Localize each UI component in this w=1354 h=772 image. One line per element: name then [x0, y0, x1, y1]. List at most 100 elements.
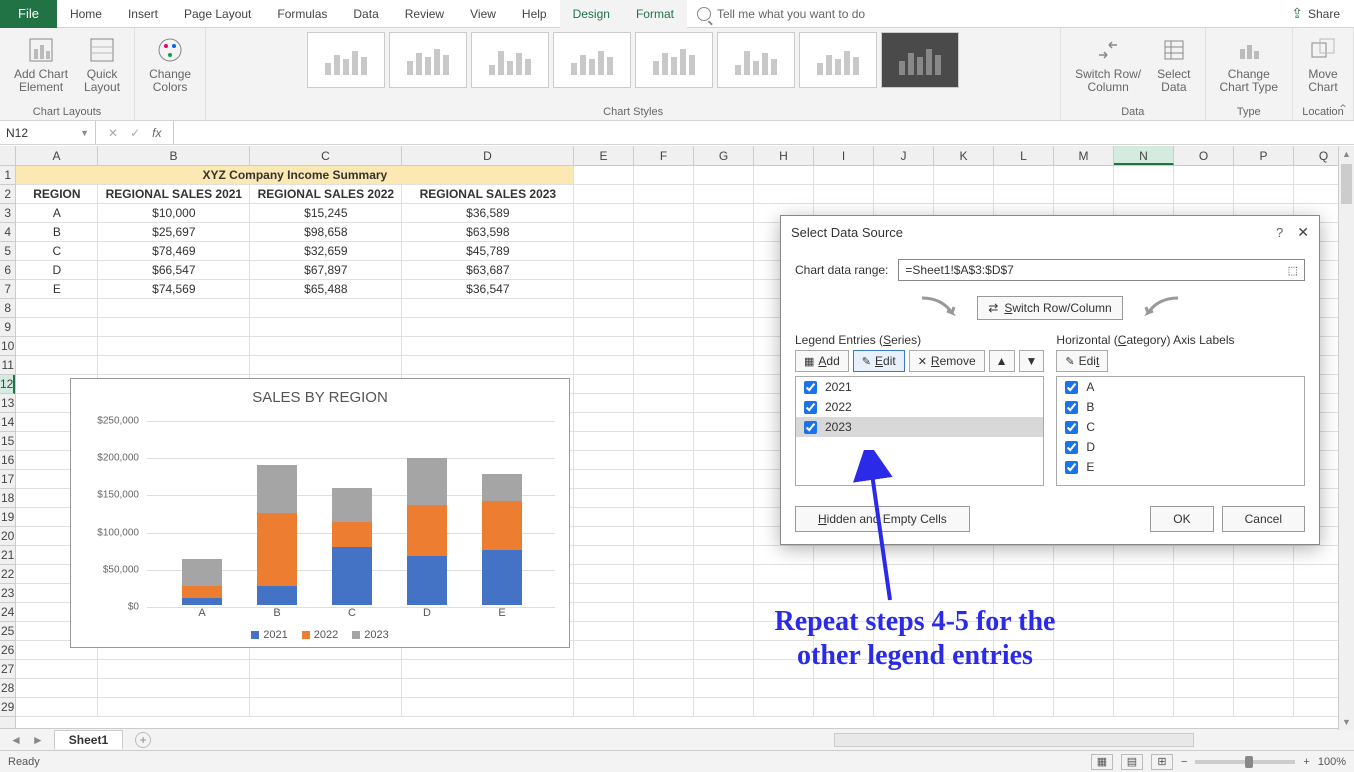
tab-home[interactable]: Home — [57, 0, 115, 28]
row-header[interactable]: 9 — [0, 318, 15, 337]
row-header[interactable]: 15 — [0, 432, 15, 451]
legend-edit-button[interactable]: ✎Edit — [853, 350, 905, 372]
column-header[interactable]: D — [402, 146, 574, 165]
axis-item-checkbox[interactable] — [1065, 381, 1078, 394]
column-header[interactable]: I — [814, 146, 874, 165]
cancel-button[interactable]: Cancel — [1222, 506, 1305, 532]
axis-list-item[interactable]: B — [1057, 397, 1304, 417]
tell-me-search[interactable]: Tell me what you want to do — [697, 7, 865, 21]
chart-data-range-input[interactable]: =Sheet1!$A$3:$D$7 ⬚ — [898, 259, 1305, 281]
column-header[interactable]: O — [1174, 146, 1234, 165]
sheet-nav[interactable]: ◄► — [0, 733, 54, 747]
column-header[interactable]: P — [1234, 146, 1294, 165]
ribbon-collapse-button[interactable]: ⌃ — [1338, 102, 1348, 116]
row-header[interactable]: 27 — [0, 660, 15, 679]
page-layout-view-button[interactable]: ▤ — [1121, 754, 1143, 770]
column-header[interactable]: L — [994, 146, 1054, 165]
axis-list-item[interactable]: D — [1057, 437, 1304, 457]
vertical-scrollbar[interactable]: ▲ ▼ — [1338, 146, 1354, 730]
axis-labels-list[interactable]: ABCDE — [1056, 376, 1305, 486]
row-header[interactable]: 4 — [0, 223, 15, 242]
zoom-out-button[interactable]: − — [1181, 756, 1187, 768]
row-header[interactable]: 24 — [0, 603, 15, 622]
axis-item-checkbox[interactable] — [1065, 421, 1078, 434]
row-header[interactable]: 13 — [0, 394, 15, 413]
axis-item-checkbox[interactable] — [1065, 401, 1078, 414]
tab-help[interactable]: Help — [509, 0, 560, 28]
switch-row-column-dialog-button[interactable]: ⇄ Switch Row/Column — [977, 296, 1122, 320]
chart-style-option[interactable] — [881, 32, 959, 88]
column-header[interactable]: H — [754, 146, 814, 165]
axis-list-item[interactable]: C — [1057, 417, 1304, 437]
row-header[interactable]: 20 — [0, 527, 15, 546]
sheet-tab[interactable]: Sheet1 — [54, 730, 123, 749]
row-header[interactable]: 12 — [0, 375, 15, 394]
axis-edit-button[interactable]: ✎Edit — [1056, 350, 1108, 372]
row-header[interactable]: 5 — [0, 242, 15, 261]
scroll-up-icon[interactable]: ▲ — [1339, 146, 1354, 162]
column-header[interactable]: G — [694, 146, 754, 165]
axis-item-checkbox[interactable] — [1065, 461, 1078, 474]
column-header[interactable]: M — [1054, 146, 1114, 165]
legend-item-checkbox[interactable] — [804, 401, 817, 414]
row-header[interactable]: 17 — [0, 470, 15, 489]
select-all-corner[interactable] — [0, 146, 16, 165]
row-header[interactable]: 6 — [0, 261, 15, 280]
legend-move-up-button[interactable]: ▲ — [989, 350, 1015, 372]
chart-style-option[interactable] — [799, 32, 877, 88]
add-chart-element-button[interactable]: Add ChartElement — [8, 32, 74, 96]
column-header[interactable]: N — [1114, 146, 1174, 165]
column-header[interactable]: F — [634, 146, 694, 165]
column-header[interactable]: K — [934, 146, 994, 165]
legend-entries-list[interactable]: 202120222023 — [795, 376, 1044, 486]
switch-row-column-button[interactable]: Switch Row/Column — [1069, 32, 1147, 96]
tab-review[interactable]: Review — [392, 0, 457, 28]
row-header[interactable]: 14 — [0, 413, 15, 432]
chart-style-option[interactable] — [389, 32, 467, 88]
row-header[interactable]: 29 — [0, 698, 15, 717]
tab-view[interactable]: View — [457, 0, 509, 28]
row-header[interactable]: 11 — [0, 356, 15, 375]
column-header[interactable]: A — [16, 146, 98, 165]
column-header[interactable]: J — [874, 146, 934, 165]
ok-button[interactable]: OK — [1150, 506, 1213, 532]
dialog-close-button[interactable]: ✕ — [1297, 224, 1309, 241]
row-header[interactable]: 2 — [0, 185, 15, 204]
row-header[interactable]: 22 — [0, 565, 15, 584]
axis-list-item[interactable]: A — [1057, 377, 1304, 397]
accept-formula-icon[interactable]: ✓ — [126, 126, 144, 140]
chart-styles-gallery[interactable] — [307, 32, 959, 88]
axis-item-checkbox[interactable] — [1065, 441, 1078, 454]
change-colors-button[interactable]: ChangeColors — [143, 32, 197, 96]
horizontal-scrollbar[interactable] — [834, 733, 1194, 747]
legend-item-checkbox[interactable] — [804, 421, 817, 434]
legend-list-item[interactable]: 2021 — [796, 377, 1043, 397]
hidden-empty-cells-button[interactable]: Hidden and Empty Cells — [795, 506, 970, 532]
chart-style-option[interactable] — [553, 32, 631, 88]
tab-file[interactable]: File — [0, 0, 57, 28]
tab-formulas[interactable]: Formulas — [264, 0, 340, 28]
legend-add-button[interactable]: ▦Add — [795, 350, 849, 372]
range-collapse-icon[interactable]: ⬚ — [1288, 264, 1298, 277]
row-header[interactable]: 7 — [0, 280, 15, 299]
row-header[interactable]: 23 — [0, 584, 15, 603]
row-header[interactable]: 25 — [0, 622, 15, 641]
row-header[interactable]: 26 — [0, 641, 15, 660]
chart-style-option[interactable] — [307, 32, 385, 88]
name-box[interactable]: N12▼ — [0, 121, 96, 144]
tab-format[interactable]: Format — [623, 0, 687, 28]
add-sheet-button[interactable]: + — [135, 732, 151, 748]
sheet-nav-next-icon[interactable]: ► — [28, 733, 48, 747]
row-header[interactable]: 16 — [0, 451, 15, 470]
cancel-formula-icon[interactable]: ✕ — [104, 126, 122, 140]
scroll-thumb[interactable] — [1341, 164, 1352, 204]
row-header[interactable]: 1 — [0, 166, 15, 185]
fx-icon[interactable]: fx — [148, 126, 165, 140]
row-header[interactable]: 18 — [0, 489, 15, 508]
chart-style-option[interactable] — [717, 32, 795, 88]
axis-list-item[interactable]: E — [1057, 457, 1304, 477]
tab-page-layout[interactable]: Page Layout — [171, 0, 264, 28]
row-header[interactable]: 3 — [0, 204, 15, 223]
column-header[interactable]: C — [250, 146, 402, 165]
zoom-slider[interactable] — [1195, 760, 1295, 764]
